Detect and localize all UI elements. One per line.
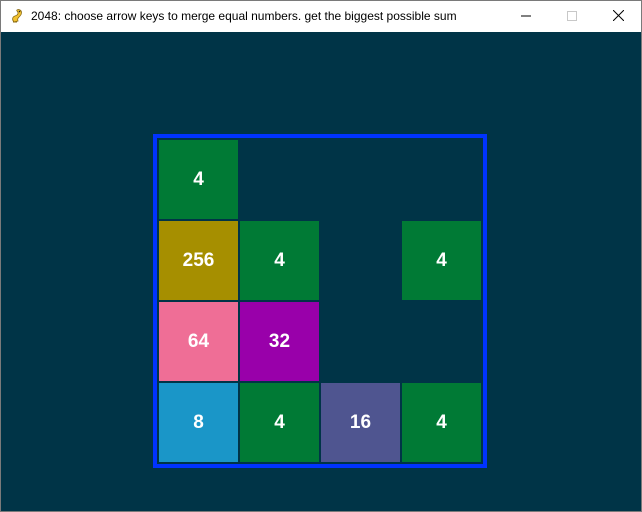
tile: 4 xyxy=(401,220,482,301)
minimize-icon xyxy=(521,8,531,26)
tile: 4 xyxy=(401,382,482,463)
game-board: 4 256 4 4 64 32 8 4 16 4 xyxy=(153,134,487,468)
tile: 64 xyxy=(158,301,239,382)
game-canvas[interactable]: 4 256 4 4 64 32 8 4 16 4 xyxy=(1,32,641,511)
window-title: 2048: choose arrow keys to merge equal n… xyxy=(31,9,457,23)
close-icon xyxy=(612,8,624,26)
minimize-button[interactable] xyxy=(503,1,549,32)
tile: 8 xyxy=(158,382,239,463)
tile: 16 xyxy=(320,382,401,463)
pygame-snake-icon xyxy=(9,8,25,24)
close-button[interactable] xyxy=(595,1,641,32)
tile: 32 xyxy=(239,301,320,382)
maximize-icon xyxy=(567,8,577,26)
tile: 4 xyxy=(239,382,320,463)
tile: 4 xyxy=(158,139,239,220)
tile: 256 xyxy=(158,220,239,301)
maximize-button[interactable] xyxy=(549,1,595,32)
tile: 4 xyxy=(239,220,320,301)
game-window: 2048: choose arrow keys to merge equal n… xyxy=(0,0,642,512)
title-bar[interactable]: 2048: choose arrow keys to merge equal n… xyxy=(1,1,641,32)
